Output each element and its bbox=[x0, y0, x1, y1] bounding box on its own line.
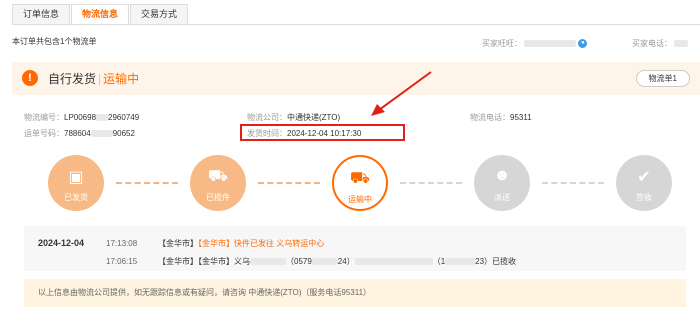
order-summary: 本订单共包含1个物流单 bbox=[12, 37, 97, 46]
redacted-value bbox=[674, 40, 689, 48]
buyer-phone-label: 买家电话： bbox=[632, 39, 672, 48]
tab-logistics-info[interactable]: 物流信息 bbox=[71, 4, 130, 24]
logistics-number: 物流编号：LP00698 2960749 bbox=[24, 113, 140, 122]
waybill-number: 运单号码：788604 90652 bbox=[24, 129, 135, 138]
step-connector bbox=[400, 182, 462, 184]
step-connector bbox=[542, 182, 604, 184]
status-title: 自行发货 | 运输中 bbox=[48, 72, 140, 86]
logistics-company: 物流公司：中通快递(ZTO) bbox=[247, 113, 341, 122]
step-connector bbox=[116, 182, 178, 184]
progress-steps: ▣ 已发货 ⛟ 已揽件 ⛟ 运输中 ☻ 派送 ✔ 签收 bbox=[48, 155, 672, 211]
annotation-arrow-icon bbox=[371, 71, 432, 116]
chat-icon[interactable]: ● bbox=[578, 39, 588, 49]
step-shipped: ▣ 已发货 bbox=[48, 155, 104, 211]
step-connector bbox=[258, 182, 320, 184]
truck-icon: ⛟ bbox=[349, 170, 371, 187]
status-state: 运输中 bbox=[103, 72, 140, 86]
tracking-row: 17:06:15 【金华市】【金华市】义乌 （0579 24） （1 23）已揽收 bbox=[106, 257, 517, 266]
buyer-wangwang-label: 买家旺旺： bbox=[482, 39, 522, 48]
tracking-row: 17:13:08 【金华市】【金华市】快件已发往 义乌转运中心 bbox=[106, 239, 325, 248]
step-signed: ✔ 签收 bbox=[616, 155, 672, 211]
info-icon: ! bbox=[22, 70, 38, 86]
buyer-wangwang: 买家旺旺： ● bbox=[482, 38, 588, 49]
delivery-mode: 自行发货 bbox=[48, 72, 97, 86]
buyer-phone: 买家电话： bbox=[632, 38, 689, 49]
status-bar: ! 自行发货 | 运输中 物流单1 bbox=[12, 62, 700, 95]
redacted-value bbox=[524, 40, 577, 48]
cart-icon: ⛟ bbox=[207, 168, 229, 185]
step-collected: ⛟ 已揽件 bbox=[190, 155, 246, 211]
tracking-list: 2024-12-04 17:13:08 【金华市】【金华市】快件已发往 义乌转运中… bbox=[24, 226, 686, 271]
tab-trade-method[interactable]: 交易方式 bbox=[130, 4, 189, 24]
ship-time-highlight-box bbox=[240, 124, 405, 141]
tab-bar: 订单信息 物流信息 交易方式 bbox=[12, 4, 189, 24]
package-icon: ▣ bbox=[68, 169, 84, 186]
step-delivering: ☻ 派送 bbox=[474, 155, 530, 211]
logistics-notice: 以上信息由物流公司提供，如无跟踪信息或有疑问，请咨询 中通快递(ZTO)（服务电… bbox=[24, 279, 686, 307]
sign-icon: ✔ bbox=[637, 169, 651, 186]
logistics-order-button[interactable]: 物流单1 bbox=[635, 70, 690, 87]
courier-icon: ☻ bbox=[493, 167, 511, 184]
step-in-transit: ⛟ 运输中 bbox=[332, 155, 388, 211]
logistics-phone: 物流电话：95311 bbox=[470, 113, 532, 122]
tracking-date: 2024-12-04 bbox=[38, 238, 85, 248]
tab-order-info[interactable]: 订单信息 bbox=[12, 4, 71, 24]
